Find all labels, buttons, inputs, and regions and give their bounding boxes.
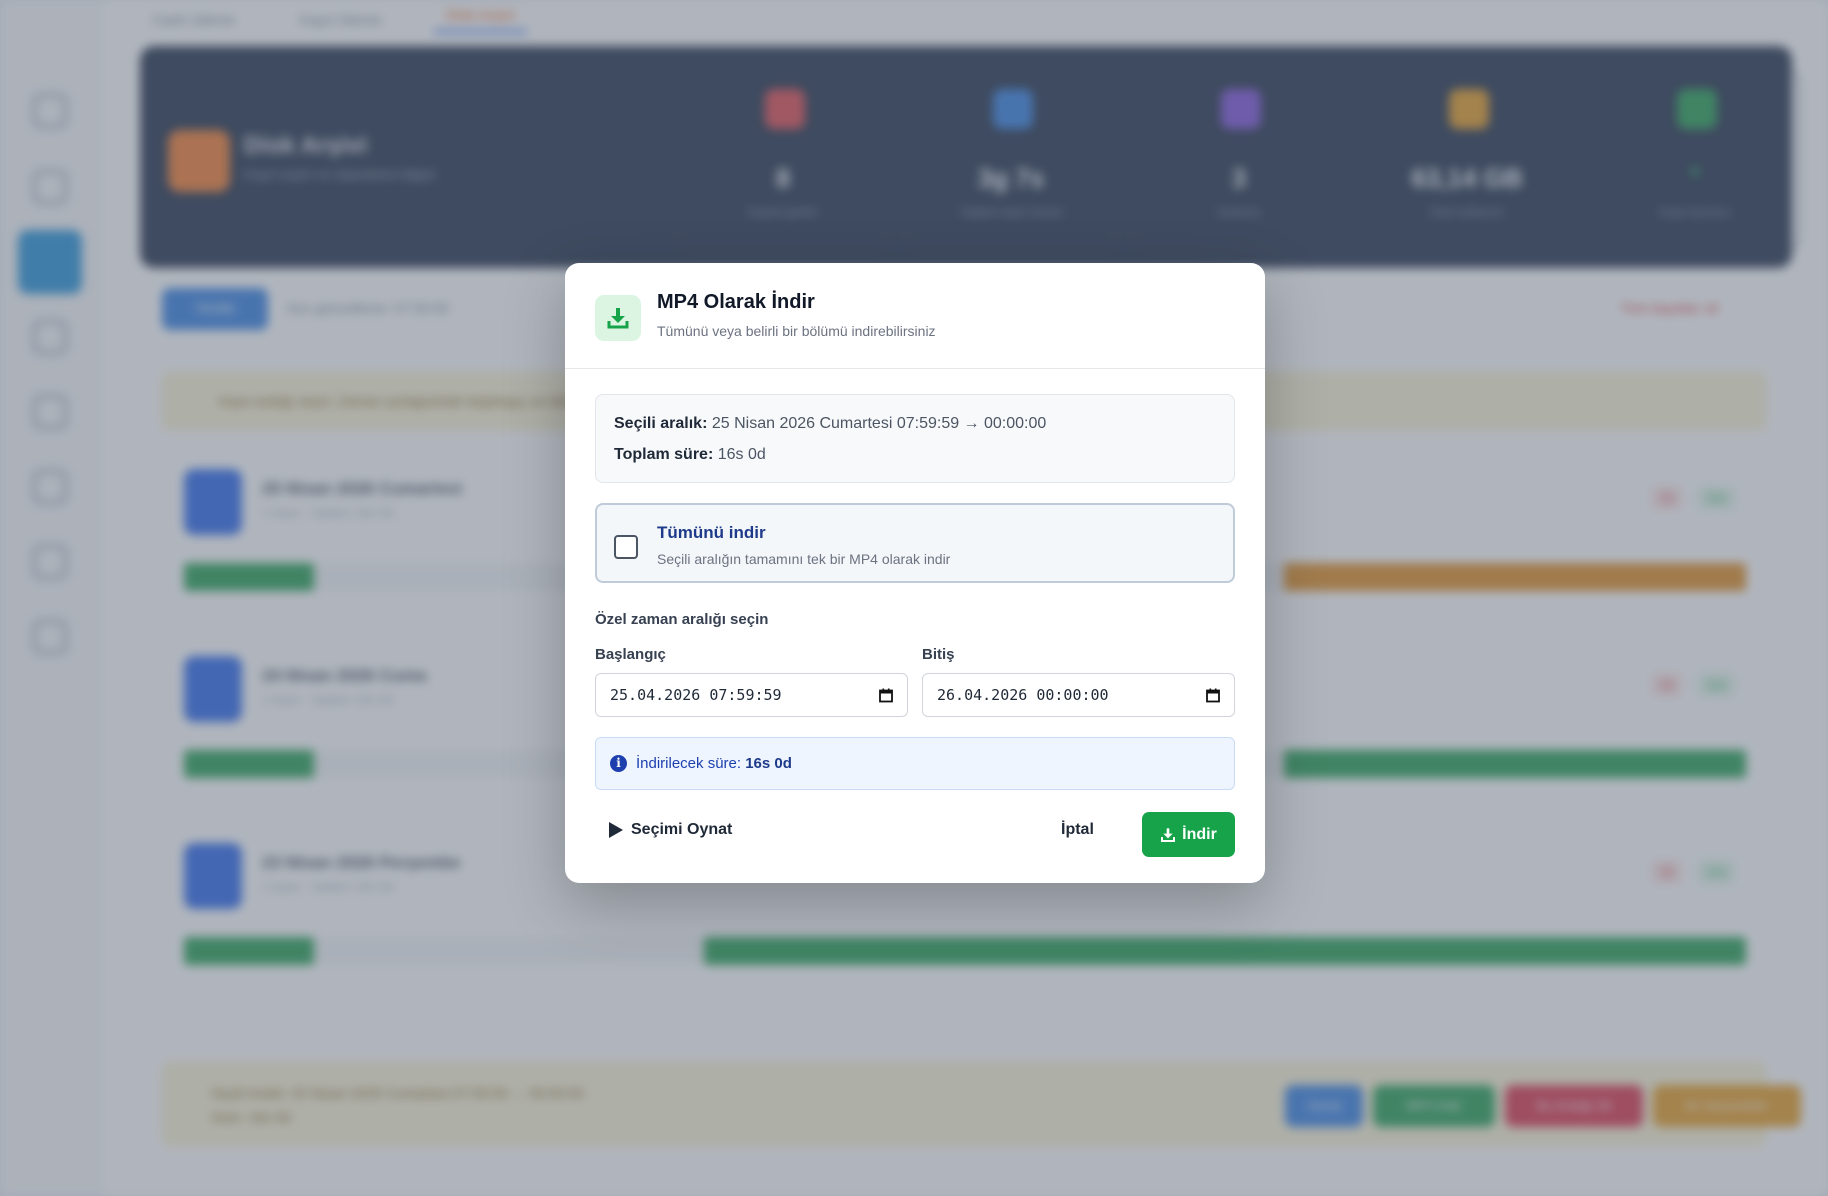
download-label: İndir <box>1182 825 1217 843</box>
end-datetime-value: 26.04.2026 00:00:00 <box>937 686 1109 704</box>
play-icon <box>609 822 623 838</box>
custom-range-label: Özel zaman aralığı seçin <box>595 611 769 628</box>
play-selection-button[interactable]: Seçimi Oynat <box>609 815 732 845</box>
dialog-title: MP4 Olarak İndir <box>657 291 815 313</box>
download-icon <box>595 295 641 341</box>
end-label: Bitiş <box>922 646 955 663</box>
calendar-icon[interactable] <box>879 688 893 708</box>
selected-range-line: Seçili aralık: 25 Nisan 2026 Cumartesi 0… <box>614 415 1046 433</box>
download-icon <box>1161 827 1176 842</box>
download-duration-text: İndirilecek süre: 16s 0d <box>636 755 792 772</box>
download-mp4-dialog: MP4 Olarak İndir Tümünü veya belirli bir… <box>565 263 1265 883</box>
start-datetime-input[interactable]: 25.04.2026 07:59:59 <box>595 673 908 717</box>
download-button[interactable]: İndir <box>1142 812 1235 857</box>
selected-range-summary: Seçili aralık: 25 Nisan 2026 Cumartesi 0… <box>595 394 1235 483</box>
download-all-description: Seçili aralığın tamamını tek bir MP4 ola… <box>657 551 951 567</box>
calendar-icon[interactable] <box>1206 688 1220 708</box>
total-duration-value: 16s 0d <box>717 446 766 463</box>
dialog-header: MP4 Olarak İndir Tümünü veya belirli bir… <box>565 263 1265 369</box>
download-duration-label: İndirilecek süre: <box>636 755 742 772</box>
info-icon: i <box>610 755 627 772</box>
download-all-option[interactable]: Tümünü indir Seçili aralığın tamamını te… <box>595 503 1235 583</box>
play-selection-label: Seçimi Oynat <box>631 821 733 838</box>
download-all-checkbox[interactable] <box>614 535 638 559</box>
download-all-title: Tümünü indir <box>657 523 766 542</box>
end-datetime-input[interactable]: 26.04.2026 00:00:00 <box>922 673 1235 717</box>
selected-range-label: Seçili aralık: <box>614 415 708 432</box>
selected-range-value: 25 Nisan 2026 Cumartesi 07:59:59 → 00:00… <box>711 415 1047 432</box>
total-duration-label: Toplam süre: <box>614 446 714 463</box>
download-duration-value: 16s 0d <box>745 755 792 772</box>
start-label: Başlangıç <box>595 646 666 663</box>
total-duration-line: Toplam süre: 16s 0d <box>614 446 766 464</box>
download-duration-info: i İndirilecek süre: 16s 0d <box>595 737 1235 790</box>
start-datetime-value: 25.04.2026 07:59:59 <box>610 686 782 704</box>
dialog-subtitle: Tümünü veya belirli bir bölümü indirebil… <box>657 323 936 339</box>
cancel-button[interactable]: İptal <box>1061 815 1094 845</box>
